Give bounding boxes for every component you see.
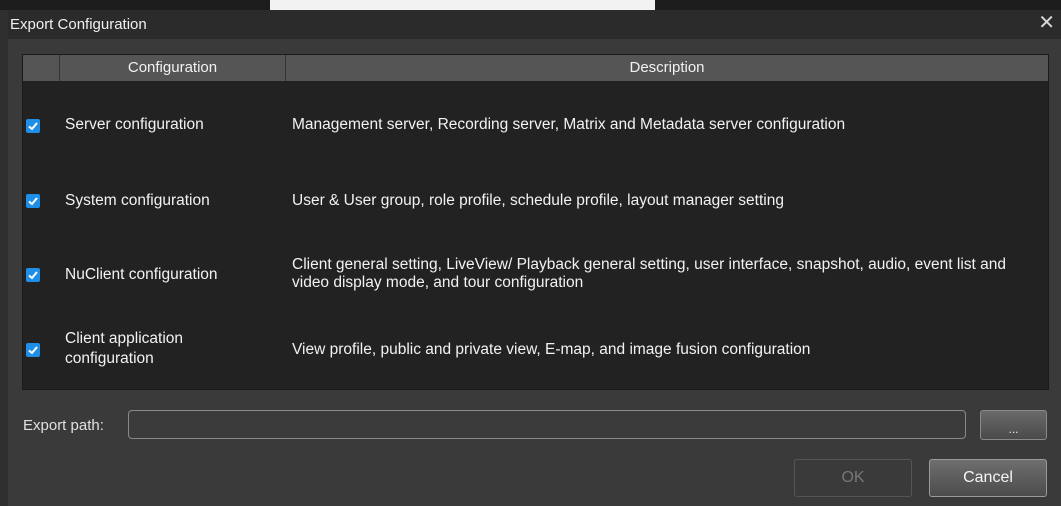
row-description: Management server, Recording server, Mat… — [292, 116, 846, 133]
export-path-label: Export path: — [23, 417, 104, 434]
row-config-name: NuClient configuration — [65, 266, 218, 283]
ok-button[interactable]: OK — [794, 459, 912, 497]
row-config-name: Server configuration — [65, 116, 204, 133]
export-configuration-dialog: Export Configuration ✕ Configuration Des… — [8, 10, 1061, 506]
table-row[interactable]: Server configuration Management server, … — [23, 81, 1048, 155]
close-icon[interactable]: ✕ — [1038, 13, 1055, 33]
row-description: User & User group, role profile, schedul… — [292, 192, 784, 209]
title-bar: Export Configuration ✕ — [8, 10, 1061, 39]
table-header: Configuration Description — [23, 55, 1048, 81]
configuration-table: Configuration Description Server configu… — [22, 54, 1049, 390]
checkmark-icon — [28, 122, 38, 131]
header-checkbox-column[interactable] — [23, 55, 60, 81]
row-config-name: System configuration — [65, 192, 210, 209]
checkbox-nuclient-configuration[interactable] — [26, 268, 40, 282]
header-description[interactable]: Description — [286, 55, 1048, 81]
export-path-input[interactable] — [128, 410, 966, 439]
checkmark-icon — [28, 346, 38, 355]
browse-button[interactable]: ... — [980, 410, 1047, 440]
checkmark-icon — [28, 197, 38, 206]
row-description: View profile, public and private view, E… — [292, 341, 811, 358]
cancel-button[interactable]: Cancel — [929, 459, 1047, 497]
row-description: Client general setting, LiveView/ Playba… — [292, 256, 1006, 291]
table-row[interactable]: System configuration User & User group, … — [23, 155, 1048, 229]
row-config-name: Client application configuration — [65, 330, 184, 367]
checkmark-icon — [28, 271, 38, 280]
checkbox-server-configuration[interactable] — [26, 119, 40, 133]
table-row[interactable]: NuClient configuration Client general se… — [23, 229, 1048, 303]
dialog-title: Export Configuration — [10, 16, 147, 33]
background-window-strip — [0, 0, 1061, 11]
header-configuration[interactable]: Configuration — [60, 55, 286, 81]
checkbox-system-configuration[interactable] — [26, 194, 40, 208]
checkbox-client-application-configuration[interactable] — [26, 343, 40, 357]
table-row[interactable]: Client application configuration View pr… — [23, 303, 1048, 377]
